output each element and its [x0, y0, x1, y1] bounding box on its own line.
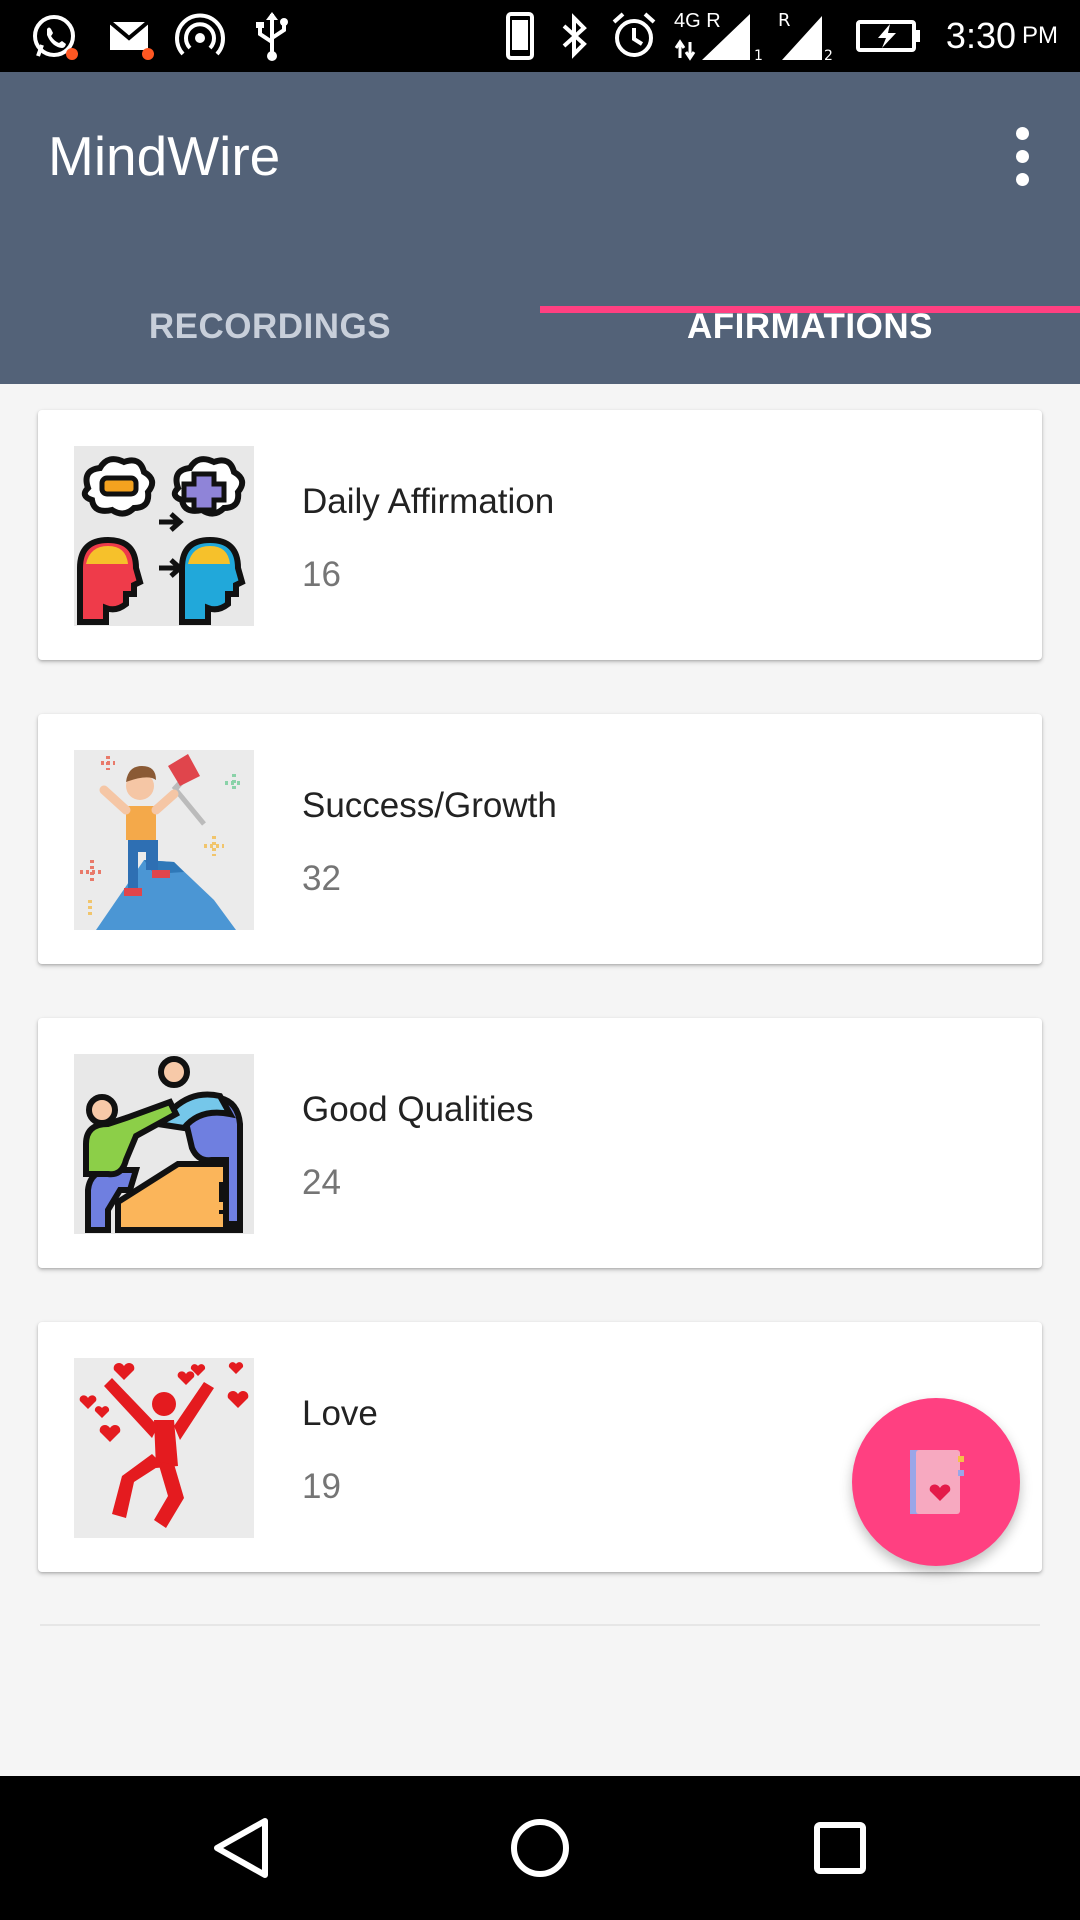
gmail-icon	[100, 10, 160, 62]
usb-icon	[246, 10, 298, 62]
svg-text:1: 1	[754, 48, 763, 62]
battery-charging-icon	[854, 10, 924, 62]
app-bar: MindWire RECORDINGS AFIRMATIONS	[0, 72, 1080, 384]
clock-time: 3:30	[945, 15, 1016, 56]
svg-text:2: 2	[824, 48, 833, 62]
bluetooth-icon	[556, 10, 592, 62]
category-count: 19	[302, 1467, 341, 1506]
home-icon[interactable]	[490, 1798, 590, 1898]
summit-flag-icon	[74, 750, 254, 930]
recents-icon[interactable]	[790, 1798, 890, 1898]
signal-sim1-icon: 4G R 1	[672, 10, 768, 62]
network-label: 4G R	[674, 10, 721, 32]
love-jump-icon	[74, 1358, 254, 1538]
category-count: 24	[302, 1163, 341, 1202]
clock-ampm: PM	[1022, 22, 1058, 49]
back-icon[interactable]	[190, 1798, 290, 1898]
helping-hand-icon	[74, 1054, 254, 1234]
tab-recordings[interactable]: RECORDINGS	[0, 270, 540, 384]
category-title: Daily Affirmation	[302, 482, 555, 521]
system-nav-bar	[0, 1776, 1080, 1920]
category-count: 32	[302, 859, 341, 898]
category-title: Love	[302, 1394, 378, 1433]
hotspot-icon	[170, 10, 230, 62]
list-divider	[40, 1624, 1040, 1626]
tab-bar: RECORDINGS AFIRMATIONS	[0, 270, 1080, 384]
more-vert-icon[interactable]	[992, 120, 1052, 192]
signal-sim2-icon: R2	[776, 10, 836, 62]
phone-icon	[500, 10, 540, 62]
category-count: 16	[302, 555, 341, 594]
app-title: MindWire	[48, 125, 281, 187]
svg-text:R: R	[778, 10, 791, 31]
add-affirmation-button[interactable]	[852, 1398, 1020, 1566]
category-card-daily-affirmation[interactable]: Daily Affirmation 16	[38, 410, 1042, 660]
clock: 3:30 PM	[946, 0, 1058, 72]
category-title: Good Qualities	[302, 1090, 534, 1129]
tab-indicator	[540, 306, 1080, 313]
category-title: Success/Growth	[302, 786, 557, 825]
mindset-change-icon	[74, 446, 254, 626]
category-card-good-qualities[interactable]: Good Qualities 24	[38, 1018, 1042, 1268]
status-bar: 4G R 1 R2 3:30 PM	[0, 0, 1080, 72]
tab-afirmations[interactable]: AFIRMATIONS	[540, 270, 1080, 384]
love-journal-icon	[910, 1450, 964, 1514]
category-card-success-growth[interactable]: Success/Growth 32	[38, 714, 1042, 964]
whatsapp-icon	[24, 10, 84, 62]
alarm-icon	[608, 10, 660, 62]
